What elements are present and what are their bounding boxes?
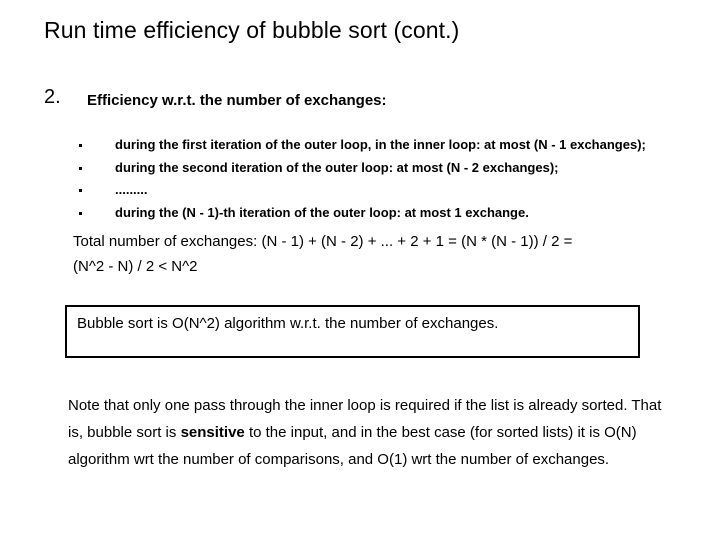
bullet-icon [79, 144, 82, 147]
conclusion-box: Bubble sort is O(N^2) algorithm w.r.t. t… [65, 305, 640, 358]
total-exchanges-formula: Total number of exchanges: (N - 1) + (N … [73, 229, 673, 279]
bullet-icon [79, 166, 82, 170]
bullet-text: during the (N - 1)-th iteration of the o… [115, 204, 529, 220]
conclusion-text: Bubble sort is O(N^2) algorithm w.r.t. t… [77, 315, 499, 332]
formula-line-2: (N^2 - N) / 2 < N^2 [73, 258, 198, 275]
section-number: 2. [44, 86, 61, 108]
bullet-icon [79, 189, 82, 192]
slide-title: Run time efficiency of bubble sort (cont… [44, 17, 460, 43]
note-paragraph: Note that only one pass through the inne… [68, 392, 668, 473]
note-emphasis: sensitive [180, 424, 245, 441]
formula-line-1: Total number of exchanges: (N - 1) + (N … [73, 233, 573, 250]
section-heading: Efficiency w.r.t. the number of exchange… [87, 92, 387, 109]
bullet-text: ......... [115, 182, 148, 197]
bullet-icon [79, 211, 82, 215]
bullet-text: during the second iteration of the outer… [115, 159, 559, 175]
bullet-text: during the first iteration of the outer … [115, 137, 646, 152]
